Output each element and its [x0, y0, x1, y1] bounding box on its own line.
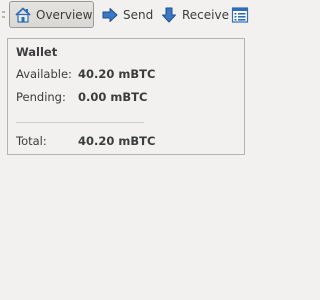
transactions-button[interactable] — [228, 1, 250, 28]
receive-button[interactable]: Receive — [155, 1, 229, 28]
overview-label: Overview — [36, 7, 93, 22]
send-arrow-icon — [101, 6, 119, 24]
total-balance: 40.20 mBTC — [78, 134, 156, 148]
send-label: Send — [123, 7, 154, 22]
available-balance: 40.20 mBTC — [78, 67, 156, 81]
pending-label: Pending: — [16, 90, 66, 104]
total-label: Total: — [16, 134, 47, 148]
toolbar-grip[interactable] — [2, 7, 5, 23]
home-icon — [14, 6, 32, 24]
main-toolbar: Overview Send Receive — [0, 0, 250, 30]
wallet-title: Wallet — [16, 45, 58, 59]
receive-label: Receive — [182, 7, 229, 22]
receive-arrow-icon — [160, 6, 178, 24]
available-label: Available: — [16, 67, 72, 81]
balance-divider — [16, 122, 144, 123]
overview-button[interactable]: Overview — [9, 1, 94, 28]
list-icon — [231, 6, 249, 24]
send-button[interactable]: Send — [96, 1, 154, 28]
wallet-panel: Wallet Available: 40.20 mBTC Pending: 0.… — [7, 38, 245, 155]
pending-balance: 0.00 mBTC — [78, 90, 148, 104]
